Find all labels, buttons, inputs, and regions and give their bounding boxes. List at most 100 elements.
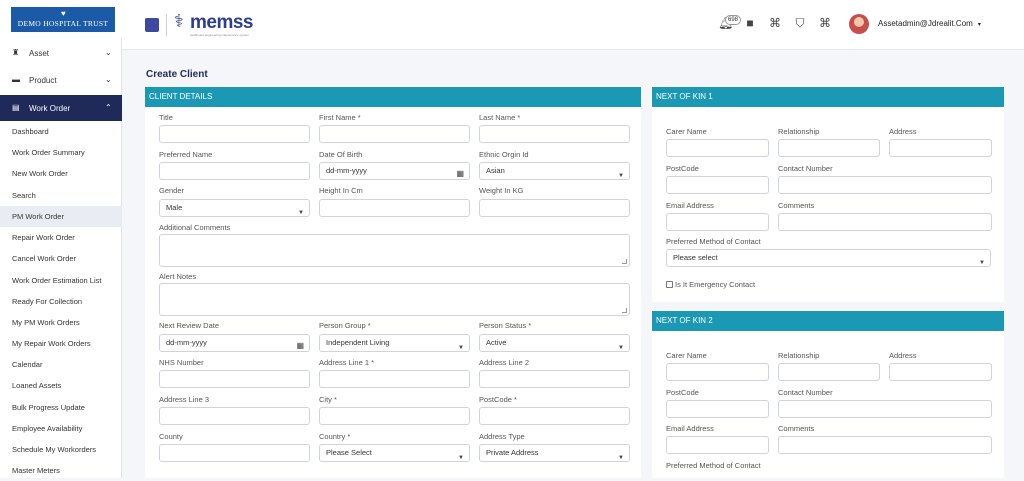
sidebar-item-calendar[interactable]: Calendar [0, 354, 122, 375]
clipboard-icon: ▤ [12, 103, 20, 112]
last-name-field[interactable] [479, 125, 630, 143]
notification-badge: 698 [725, 15, 742, 25]
postcode-field[interactable] [666, 176, 769, 194]
addr2-field[interactable] [479, 370, 630, 388]
addr3-label: Address Line 3 [159, 395, 210, 404]
sidebar-item-new-work-order[interactable]: New Work Order [0, 163, 122, 184]
grid-tool-icon[interactable]: ⌘ [768, 16, 782, 30]
country-label: Country * [319, 432, 351, 441]
postcode-field[interactable] [666, 400, 769, 418]
sidebar-item-employee-availability[interactable]: Employee Availability [0, 418, 122, 439]
sidebar-item-pm-work-order[interactable]: PM Work Order [0, 206, 122, 227]
title-field[interactable] [159, 125, 310, 143]
sidebar-item-dashboard[interactable]: Dashboard [0, 121, 122, 142]
chevron-down-icon: ▾ [977, 22, 981, 28]
memss-logo: ⚕ memss healthcare engineering maintenan… [172, 10, 262, 38]
contact-number-field[interactable] [778, 176, 992, 194]
sidebar-item-work-order-estimation-list[interactable]: Work Order Estimation List [0, 270, 122, 291]
nhs-field[interactable] [159, 370, 310, 388]
address-field[interactable] [889, 139, 992, 157]
first-name-label: First Name * [319, 113, 361, 122]
sidebar: ♜ Asset ⌄ ▬ Product ⌄ ▤ Work Order ⌃ Das… [0, 38, 122, 478]
alert-textarea[interactable] [159, 283, 630, 316]
contact-number-field[interactable] [778, 400, 992, 418]
logo-word: memss [190, 12, 254, 33]
next-of-kin-2-card: NEXT OF KIN 2 Carer Name Relationship Ad… [652, 311, 1004, 478]
carer-name-field[interactable] [666, 363, 769, 381]
comments-label: Comments [778, 424, 815, 433]
postcode-field[interactable] [479, 407, 630, 425]
sidebar-item-ready-for-collection[interactable]: Ready For Collection [0, 291, 122, 312]
chevron-up-icon: ⌃ [105, 103, 112, 112]
sidebar-item-loaned-assets[interactable]: Loaned Assets [0, 375, 122, 396]
weight-field[interactable] [479, 199, 630, 217]
sidebar-group-work-order[interactable]: ▤ Work Order ⌃ [0, 95, 122, 121]
title-label: Title [159, 113, 173, 122]
person-status-select[interactable]: Active ▼ [479, 334, 630, 352]
contact-number-label: Contact Number [778, 164, 833, 173]
sidebar-item-search[interactable]: Search [0, 185, 122, 206]
sidebar-item-my-repair-work-orders[interactable]: My Repair Work Orders [0, 333, 122, 354]
address-field[interactable] [889, 363, 992, 381]
first-name-field[interactable] [319, 125, 470, 143]
addr1-label: Address Line 1 * [319, 358, 375, 367]
city-field[interactable] [319, 407, 470, 425]
page-title: Create Client [146, 69, 208, 80]
county-field[interactable] [159, 444, 310, 462]
contact-number-label: Contact Number [778, 388, 833, 397]
menu-toggle-button[interactable] [145, 18, 159, 32]
sidebar-item-my-pm-work-orders[interactable]: My PM Work Orders [0, 312, 122, 333]
top-bar: ♥ DEMO HOSPITAL TRUST ⚕ memss healthcare… [0, 0, 1024, 50]
comments-field[interactable] [778, 436, 992, 454]
calendar-icon[interactable]: ▦ [456, 166, 464, 182]
sidebar-item-cancel-work-order[interactable]: Cancel Work Order [0, 248, 122, 269]
dob-field[interactable]: dd-mm-yyyy ▦ [319, 162, 470, 180]
sidebar-item-work-order-summary[interactable]: Work Order Summary [0, 142, 122, 163]
addr3-field[interactable] [159, 407, 310, 425]
relationship-field[interactable] [778, 363, 880, 381]
sidebar-group-product[interactable]: ▬ Product ⌄ [0, 67, 122, 93]
emergency-contact-checkbox[interactable] [666, 281, 673, 288]
carer-name-field[interactable] [666, 139, 769, 157]
preferred-name-field[interactable] [159, 162, 310, 180]
person-group-value: Independent Living [326, 338, 390, 347]
addr1-field[interactable] [319, 370, 470, 388]
person-group-select[interactable]: Independent Living ▼ [319, 334, 470, 352]
settings-tool-icon[interactable]: ⌘ [818, 16, 832, 30]
review-date-field[interactable]: dd-mm-yyyy ▦ [159, 334, 310, 352]
email-field[interactable] [666, 213, 769, 231]
shield-icon[interactable]: ⛉ [793, 16, 807, 30]
ethnic-select[interactable]: Asian ▼ [479, 162, 630, 180]
country-value: Please Select [326, 448, 372, 457]
relationship-field[interactable] [778, 139, 880, 157]
note-icon[interactable]: ■ [743, 16, 757, 30]
county-label: County [159, 432, 183, 441]
postcode-label: PostCode [666, 164, 699, 173]
person-status-value: Active [486, 338, 507, 347]
sidebar-item-schedule-my-workorders[interactable]: Schedule My Workorders [0, 439, 122, 460]
country-select[interactable]: Please Select ▼ [319, 444, 470, 462]
addr-type-select[interactable]: Private Address ▼ [479, 444, 630, 462]
next-of-kin-1-card: NEXT OF KIN 1 Carer Name Relationship Ad… [652, 87, 1004, 302]
chevron-down-icon: ▼ [618, 173, 624, 179]
height-field[interactable] [319, 199, 470, 217]
chevron-down-icon: ⌄ [105, 75, 112, 84]
chevron-down-icon: ▼ [458, 455, 464, 461]
comments-field[interactable] [778, 213, 992, 231]
user-menu[interactable]: Assetadmin@Jdrealit.Com ▾ [878, 19, 981, 28]
comments-label: Comments [778, 201, 815, 210]
gender-label: Gender [159, 186, 185, 195]
sidebar-item-repair-work-order[interactable]: Repair Work Order [0, 227, 122, 248]
logo-tagline: healthcare engineering maintenance syste… [190, 33, 249, 37]
person-group-label: Person Group * [319, 321, 371, 330]
sidebar-group-asset[interactable]: ♜ Asset ⌄ [0, 40, 122, 66]
sidebar-item-bulk-progress-update[interactable]: Bulk Progress Update [0, 397, 122, 418]
hospital-brand-logo[interactable]: ♥ DEMO HOSPITAL TRUST [11, 7, 115, 32]
email-field[interactable] [666, 436, 769, 454]
calendar-icon[interactable]: ▦ [296, 338, 304, 354]
alert-label: Alert Notes [159, 272, 197, 281]
contact-method-select[interactable]: Please select ▼ [666, 249, 991, 267]
gender-select[interactable]: Male ▼ [159, 199, 310, 217]
avatar[interactable] [849, 14, 869, 34]
comments-textarea[interactable] [159, 234, 630, 267]
